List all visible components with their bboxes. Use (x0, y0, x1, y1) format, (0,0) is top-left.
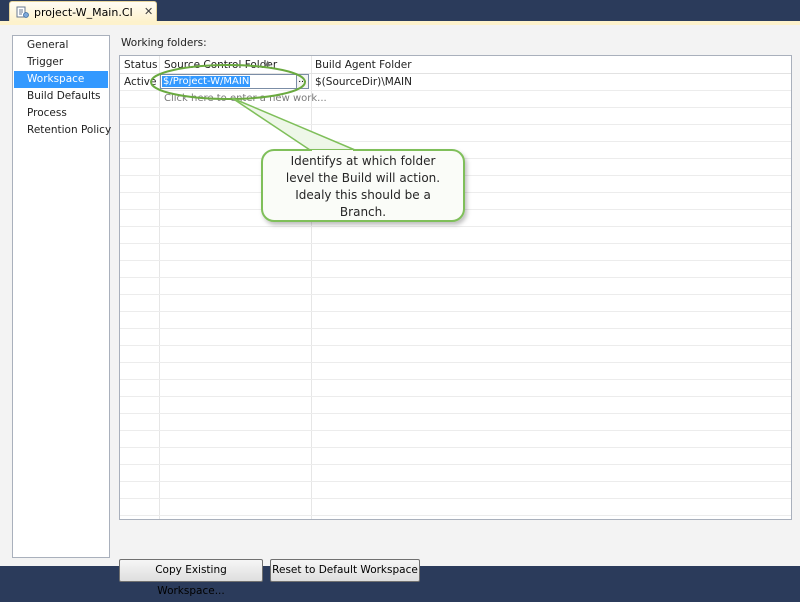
column-divider (159, 56, 160, 519)
document-icon (16, 6, 29, 18)
grid-row-line (120, 141, 791, 142)
build-definition-editor: General Trigger Workspace Build Defaults… (0, 25, 800, 597)
grid-row-line (120, 226, 791, 227)
column-header-build-agent-folder[interactable]: Build Agent Folder (315, 59, 412, 71)
column-header-source-control-folder[interactable]: Source Control Folder (164, 59, 277, 71)
grid-row-line (120, 396, 791, 397)
grid-row-line (120, 294, 791, 295)
nav-item-retention-policy[interactable]: Retention Policy (14, 122, 111, 139)
grid-header: Status Source Control Folder ▲ Build Age… (120, 56, 791, 74)
grid-row-line (120, 277, 791, 278)
source-control-folder-value: $/Project-W/MAIN (162, 76, 251, 87)
browse-folder-button[interactable]: ... (296, 74, 309, 89)
build-agent-folder-cell[interactable]: $(SourceDir)\MAIN (315, 76, 412, 88)
grid-row-line (120, 515, 791, 516)
column-divider (311, 56, 312, 519)
grid-row-line (120, 90, 791, 91)
grid-row-line (120, 345, 791, 346)
copy-existing-workspace-button[interactable]: Copy Existing Workspace... (119, 559, 263, 597)
nav-item-general[interactable]: General (14, 37, 108, 54)
grid-row-line (120, 430, 791, 431)
grid-row-line (120, 260, 791, 261)
grid-row-line (120, 124, 791, 125)
source-control-folder-input[interactable]: $/Project-W/MAIN (160, 74, 305, 89)
column-header-status[interactable]: Status (124, 59, 157, 71)
grid-row-line (120, 243, 791, 244)
close-icon[interactable]: ✕ (144, 5, 153, 18)
working-folders-heading: Working folders: (121, 37, 207, 49)
document-tab[interactable]: project-W_Main.CI ✕ (9, 1, 157, 22)
grid-row-line (120, 328, 791, 329)
document-tab-strip: project-W_Main.CI ✕ (0, 0, 800, 22)
callout-line: Idealy this should be a (295, 188, 431, 202)
settings-nav: General Trigger Workspace Build Defaults… (12, 35, 111, 558)
nav-item-workspace[interactable]: Workspace (14, 71, 108, 88)
grid-row-line (120, 362, 791, 363)
nav-item-trigger[interactable]: Trigger (14, 54, 108, 71)
working-folders-grid[interactable]: Status Source Control Folder ▲ Build Age… (119, 55, 792, 520)
new-working-folder-row[interactable]: Click here to enter a new work... (164, 93, 327, 104)
sort-ascending-icon: ▲ (265, 59, 271, 67)
callout-line: Identifys at which folder (290, 154, 436, 168)
nav-item-process[interactable]: Process (14, 105, 108, 122)
callout-line: Branch. (339, 205, 387, 219)
document-tab-title: project-W_Main.CI (34, 6, 133, 19)
grid-row-line (120, 498, 791, 499)
grid-row-line (120, 481, 791, 482)
row-status: Active (124, 76, 157, 88)
grid-row-line (120, 107, 791, 108)
callout-line: level the Build will action. (285, 171, 441, 185)
callout-text: Identifys at which folder level the Buil… (265, 153, 461, 221)
reset-to-default-workspace-button[interactable]: Reset to Default Workspace (270, 559, 420, 582)
nav-item-build-defaults[interactable]: Build Defaults (14, 88, 108, 105)
grid-row-line (120, 311, 791, 312)
grid-row-line (120, 464, 791, 465)
grid-row-line (120, 379, 791, 380)
grid-row-line (120, 413, 791, 414)
grid-row-line (120, 447, 791, 448)
